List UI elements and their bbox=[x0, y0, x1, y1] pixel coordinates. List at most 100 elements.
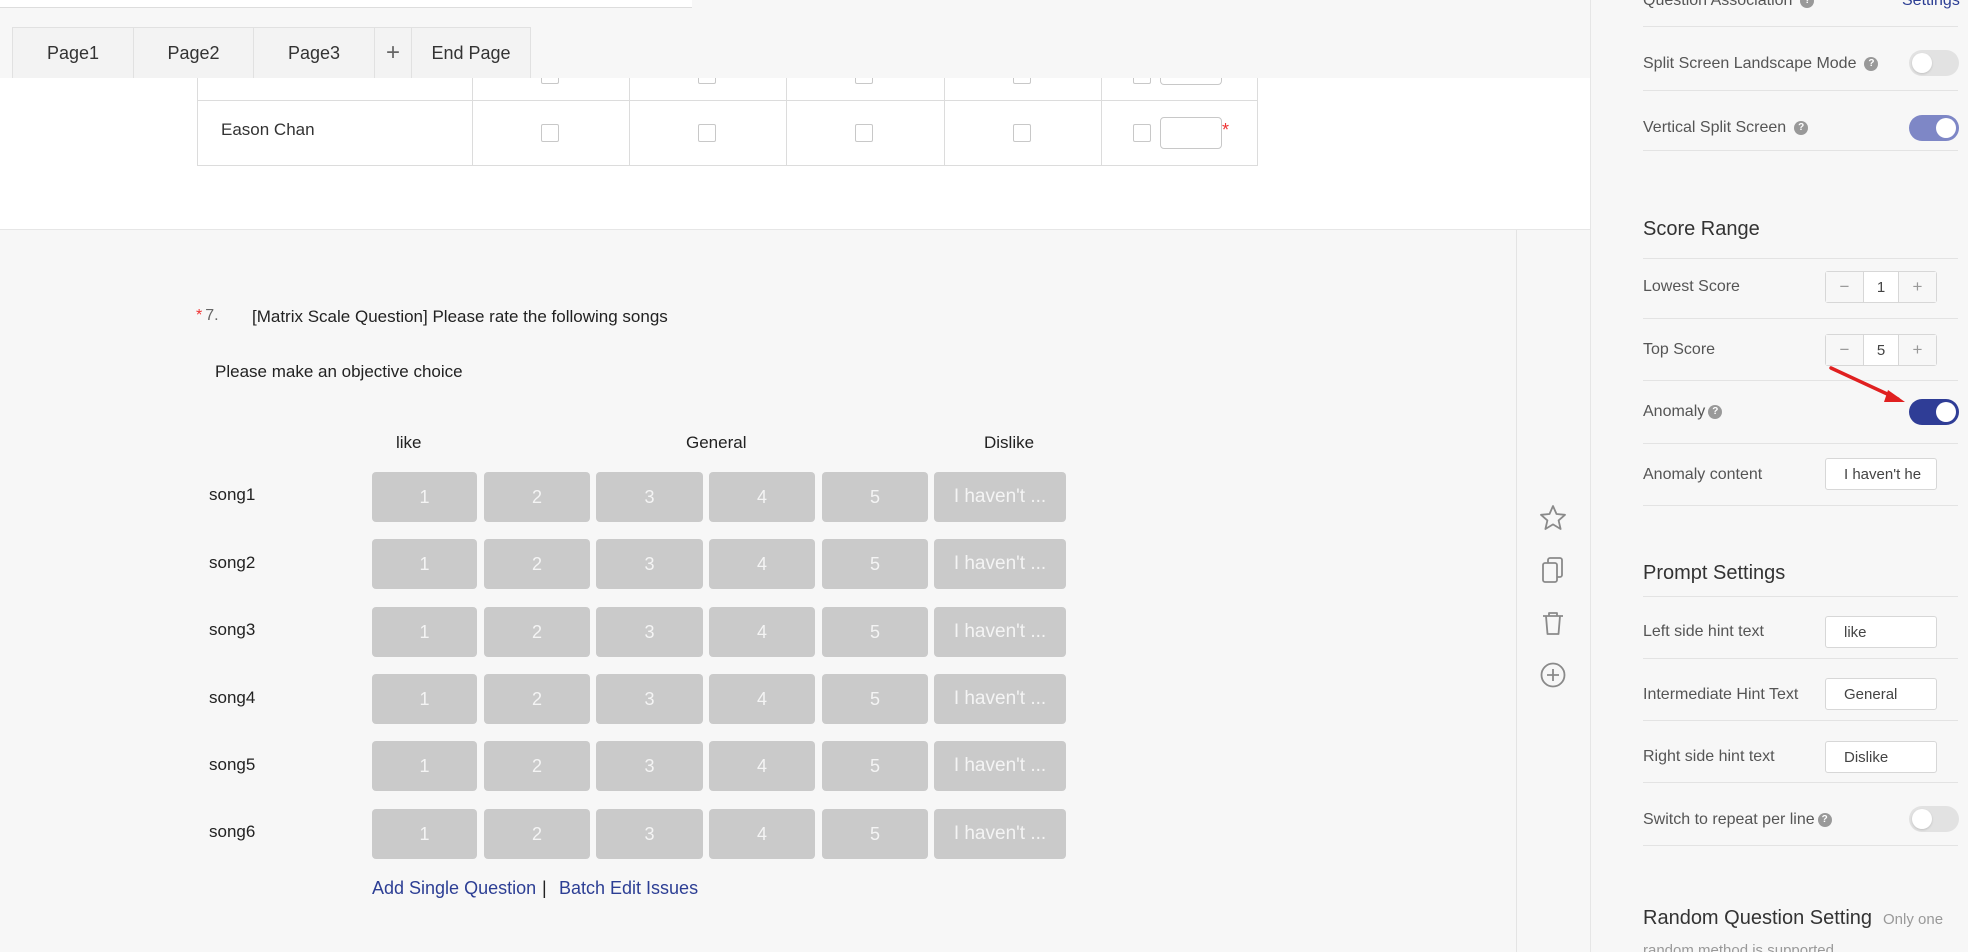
checkbox[interactable] bbox=[855, 124, 873, 142]
scale-option-4[interactable]: 4 bbox=[709, 741, 815, 791]
scale-option-5[interactable]: 5 bbox=[822, 741, 928, 791]
checkbox[interactable] bbox=[1133, 78, 1151, 84]
help-icon[interactable]: ? bbox=[1817, 813, 1832, 827]
checkbox[interactable] bbox=[1013, 78, 1031, 84]
scale-option-4[interactable]: 4 bbox=[709, 539, 815, 589]
tab-end-page[interactable]: End Page bbox=[411, 27, 531, 78]
add-single-question-link[interactable]: Add Single Question bbox=[372, 878, 536, 899]
scale-option-4[interactable]: 4 bbox=[709, 809, 815, 859]
scale-option-3[interactable]: 3 bbox=[596, 472, 703, 522]
question-association-settings-link[interactable]: Settings bbox=[1902, 0, 1960, 10]
checkbox[interactable] bbox=[855, 78, 873, 84]
question-description[interactable]: Please make an objective choice bbox=[215, 362, 463, 382]
scale-option-5[interactable]: 5 bbox=[822, 674, 928, 724]
matrix-row-label[interactable]: song4 bbox=[209, 688, 255, 708]
help-icon[interactable]: ? bbox=[1864, 57, 1879, 71]
scale-option-4[interactable]: 4 bbox=[709, 607, 815, 657]
increment-button[interactable]: + bbox=[1899, 272, 1936, 302]
scale-option-2[interactable]: 2 bbox=[484, 674, 590, 724]
scale-option-3[interactable]: 3 bbox=[596, 539, 703, 589]
repeat-per-line-toggle[interactable] bbox=[1909, 806, 1959, 832]
vertical-split-toggle[interactable] bbox=[1909, 115, 1959, 141]
left-hint-input[interactable]: like bbox=[1825, 616, 1937, 648]
scale-option-5[interactable]: 5 bbox=[822, 472, 928, 522]
split-landscape-label: Split Screen Landscape Mode? bbox=[1643, 55, 1879, 73]
matrix-row-label[interactable]: song3 bbox=[209, 620, 255, 640]
scale-option-3[interactable]: 3 bbox=[596, 607, 703, 657]
scale-option-not-heard[interactable]: I haven't ... bbox=[934, 674, 1066, 724]
row-divider bbox=[1643, 596, 1958, 597]
row-divider bbox=[1643, 258, 1958, 259]
right-hint-input[interactable]: Dislike bbox=[1825, 741, 1937, 773]
scale-option-2[interactable]: 2 bbox=[484, 472, 590, 522]
scale-option-3[interactable]: 3 bbox=[596, 741, 703, 791]
scale-option-1[interactable]: 1 bbox=[372, 741, 477, 791]
scale-option-2[interactable]: 2 bbox=[484, 809, 590, 859]
checkbox[interactable] bbox=[541, 124, 559, 142]
checkbox[interactable] bbox=[698, 124, 716, 142]
decrement-button[interactable]: − bbox=[1826, 272, 1863, 302]
checkbox[interactable] bbox=[1133, 124, 1151, 142]
help-icon[interactable]: ? bbox=[1708, 405, 1723, 419]
matrix-row-label[interactable]: song2 bbox=[209, 553, 255, 573]
copy-icon[interactable] bbox=[1538, 555, 1568, 585]
scale-option-not-heard[interactable]: I haven't ... bbox=[934, 539, 1066, 589]
checkbox[interactable] bbox=[541, 78, 559, 84]
scale-option-4[interactable]: 4 bbox=[709, 674, 815, 724]
checkbox[interactable] bbox=[1013, 124, 1031, 142]
scale-option-2[interactable]: 2 bbox=[484, 741, 590, 791]
row-divider bbox=[1643, 26, 1958, 27]
matrix-row-label[interactable]: song6 bbox=[209, 822, 255, 842]
required-marker: * bbox=[196, 307, 203, 324]
question-title[interactable]: [Matrix Scale Question] Please rate the … bbox=[252, 307, 668, 327]
scale-option-5[interactable]: 5 bbox=[822, 809, 928, 859]
scale-option-not-heard[interactable]: I haven't ... bbox=[934, 741, 1066, 791]
middle-hint-input[interactable]: General bbox=[1825, 678, 1937, 710]
scale-option-1[interactable]: 1 bbox=[372, 809, 477, 859]
matrix-row-label[interactable]: song1 bbox=[209, 485, 255, 505]
scale-option-5[interactable]: 5 bbox=[822, 607, 928, 657]
scale-option-not-heard[interactable]: I haven't ... bbox=[934, 607, 1066, 657]
add-circle-icon[interactable] bbox=[1538, 660, 1568, 690]
add-page-button[interactable]: + bbox=[374, 27, 412, 78]
anomaly-content-input[interactable]: I haven't he bbox=[1825, 458, 1937, 490]
scale-option-5[interactable]: 5 bbox=[822, 539, 928, 589]
table-divider bbox=[198, 100, 1257, 101]
scale-option-2[interactable]: 2 bbox=[484, 539, 590, 589]
batch-edit-issues-link[interactable]: Batch Edit Issues bbox=[559, 878, 698, 899]
trash-icon[interactable] bbox=[1538, 608, 1568, 638]
scale-option-1[interactable]: 1 bbox=[372, 472, 477, 522]
other-input[interactable] bbox=[1160, 78, 1222, 85]
scale-option-1[interactable]: 1 bbox=[372, 674, 477, 724]
scale-option-1[interactable]: 1 bbox=[372, 607, 477, 657]
scale-option-3[interactable]: 3 bbox=[596, 674, 703, 724]
prompt-settings-heading: Prompt Settings bbox=[1643, 562, 1786, 584]
decrement-button[interactable]: − bbox=[1826, 335, 1863, 365]
lowest-score-value[interactable]: 1 bbox=[1863, 272, 1899, 302]
anomaly-toggle[interactable] bbox=[1909, 399, 1959, 425]
top-score-value[interactable]: 5 bbox=[1863, 335, 1899, 365]
rail-divider bbox=[1516, 230, 1517, 952]
checkbox[interactable] bbox=[698, 78, 716, 84]
scale-option-2[interactable]: 2 bbox=[484, 607, 590, 657]
scale-option-not-heard[interactable]: I haven't ... bbox=[934, 809, 1066, 859]
scale-option-3[interactable]: 3 bbox=[596, 809, 703, 859]
split-landscape-toggle[interactable] bbox=[1909, 50, 1959, 76]
scale-option-not-heard[interactable]: I haven't ... bbox=[934, 472, 1066, 522]
star-icon[interactable] bbox=[1538, 503, 1568, 533]
scale-option-4[interactable]: 4 bbox=[709, 472, 815, 522]
row-divider bbox=[1643, 720, 1958, 721]
row-divider bbox=[1643, 318, 1958, 319]
help-icon[interactable]: ? bbox=[1794, 121, 1809, 135]
other-input[interactable] bbox=[1160, 117, 1222, 149]
scale-option-1[interactable]: 1 bbox=[372, 539, 477, 589]
link-separator: | bbox=[542, 878, 547, 898]
tab-page2[interactable]: Page2 bbox=[133, 27, 254, 78]
random-note-continued: random method is supported bbox=[1643, 942, 1834, 952]
top-score-stepper: − 5 + bbox=[1825, 334, 1937, 366]
tab-page1[interactable]: Page1 bbox=[12, 27, 134, 78]
matrix-row-label[interactable]: song5 bbox=[209, 755, 255, 775]
tab-page3[interactable]: Page3 bbox=[253, 27, 375, 78]
increment-button[interactable]: + bbox=[1899, 335, 1936, 365]
help-icon[interactable]: ? bbox=[1800, 0, 1815, 8]
